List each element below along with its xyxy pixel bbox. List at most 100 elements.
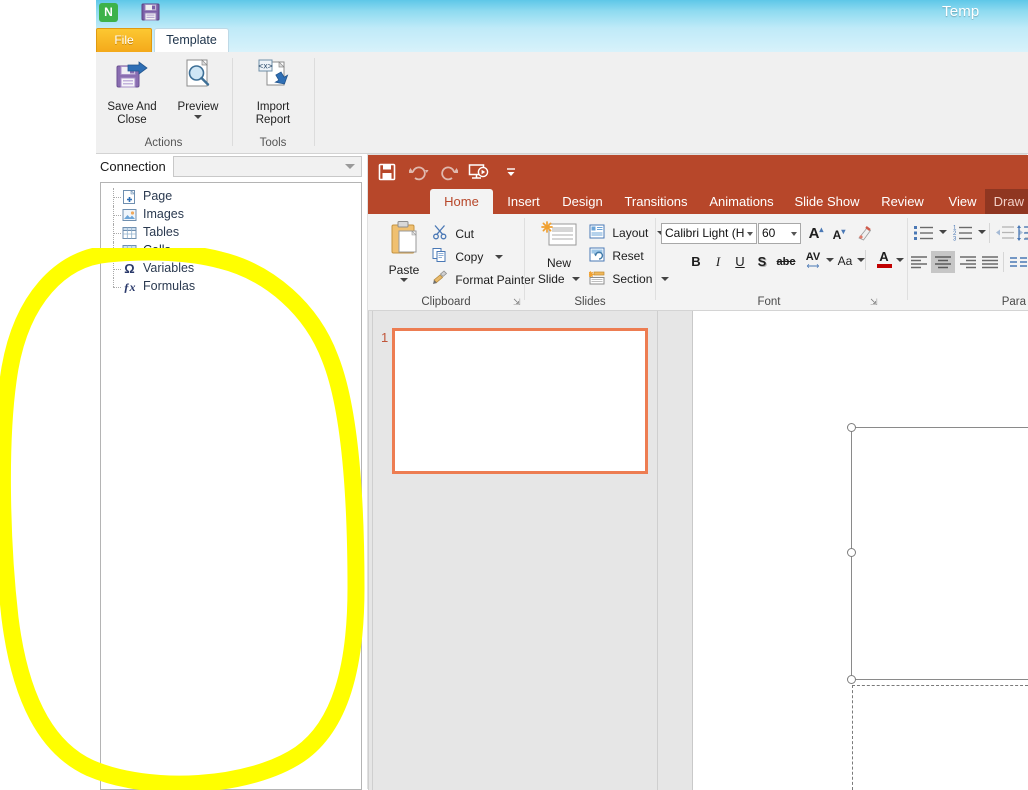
import-report-button[interactable]: <x> Import Report [241,58,305,127]
tab-slide-show[interactable]: Slide Show [788,189,866,214]
customize-quick-access-icon[interactable] [498,161,524,183]
tab-design[interactable]: Design [554,189,611,214]
clipboard-dialog-launcher[interactable]: ⇲ [513,297,523,307]
font-name-value: Calibri Light (H [665,226,745,240]
tree-item-cells[interactable]: Cells [101,242,361,260]
align-right-button[interactable] [958,254,978,275]
character-spacing-button[interactable]: AV ⟷ [800,252,826,271]
tree-item-images-label: Images [143,207,184,221]
text-shadow-button[interactable]: S [754,254,770,269]
ribbon-group-paragraph-label: Para [1001,296,1026,308]
strikethrough-button[interactable]: abc [774,256,798,268]
start-slideshow-icon[interactable] [466,161,492,183]
tab-insert[interactable]: Insert [498,189,549,214]
ribbon-group-slides-label: Slides [574,296,606,308]
chevron-down-icon[interactable] [791,232,797,236]
paragraph-divider-2 [1003,252,1004,272]
copy-button[interactable]: Copy [432,247,503,266]
chevron-down-icon[interactable] [194,115,202,119]
tab-view[interactable]: View [940,189,985,214]
tree-item-page[interactable]: Page [101,188,361,206]
tab-transitions[interactable]: Transitions [616,189,696,214]
clear-formatting-button[interactable] [855,224,875,247]
font-name-combobox[interactable]: Calibri Light (H [661,223,757,244]
drawing-tools-label: Draw [993,194,1024,209]
tree-item-tables[interactable]: Tables [101,224,361,242]
copy-icon [432,247,448,266]
selection-handle-middle-left[interactable] [847,548,856,557]
preview-button[interactable]: Preview [168,58,228,119]
selection-handle-bottom-left[interactable] [847,675,856,684]
justify-button[interactable] [980,254,1000,275]
app-logo-icon: N [99,3,118,22]
chevron-down-icon[interactable] [747,232,753,236]
save-and-close-button[interactable]: Save And Close [100,58,164,127]
numbering-button[interactable]: 123 [953,224,975,247]
copy-label: Copy [455,249,484,264]
fx-formula-icon: ƒx [123,280,136,294]
slides-pane-scroll-track[interactable] [657,311,658,790]
tree-item-variables[interactable]: Ω Variables [101,260,361,278]
chevron-down-icon[interactable] [572,276,581,281]
shrink-font-button[interactable]: A▾ [829,227,849,242]
paragraph-divider-1 [989,223,990,243]
format-painter-button[interactable]: Format Painter [432,270,535,289]
tab-animations[interactable]: Animations [701,189,782,214]
layout-button[interactable]: Layout [589,224,665,242]
save-icon[interactable] [141,3,161,22]
chevron-down-icon[interactable] [494,254,503,259]
save-icon[interactable] [374,161,400,183]
ribbon-separator-2 [314,58,315,146]
bold-button[interactable]: B [688,254,704,269]
font-divider [865,250,866,270]
tab-template[interactable]: Template [154,28,229,52]
connection-dropdown[interactable] [173,156,362,177]
redo-icon[interactable] [436,161,462,183]
tab-file[interactable]: File [96,28,152,52]
slides-thumbnail-pane[interactable]: 1 [368,311,693,790]
font-size-combobox[interactable]: 60 [758,223,801,244]
undo-icon[interactable] [404,161,436,183]
justify-icon [982,256,998,269]
change-case-button[interactable]: Aa [834,254,856,268]
paste-button[interactable]: Paste [381,220,427,282]
bullets-dropdown[interactable] [939,230,947,234]
underline-button[interactable]: U [732,254,748,269]
numbering-dropdown[interactable] [978,230,986,234]
table-grid-icon [122,226,137,240]
tab-home[interactable]: Home [430,189,493,214]
drawing-tools-contextual-tab[interactable]: Draw [985,189,1028,214]
font-dialog-launcher[interactable]: ⇲ [870,297,880,307]
element-tree-panel[interactable]: Page Images Tables Cells Ω Variables ƒx … [100,182,362,790]
reset-button[interactable]: Reset [589,247,644,265]
tree-item-images[interactable]: Images [101,206,361,224]
change-case-dropdown[interactable] [857,258,865,264]
columns-button[interactable] [1009,254,1028,275]
font-color-dropdown[interactable] [896,258,904,262]
font-size-value: 60 [762,226,776,240]
content-placeholder-outline[interactable] [852,685,1028,790]
tree-item-variables-label: Variables [143,261,195,275]
align-left-button[interactable] [909,254,929,275]
numbering-icon: 123 [953,226,972,243]
tab-review[interactable]: Review [873,189,932,214]
decrease-indent-button[interactable] [995,224,1015,247]
powerpoint-titlebar [368,155,1028,189]
character-spacing-dropdown[interactable] [826,258,834,264]
ribbon-group-font: Calibri Light (H 60 A▴ A▾ B I U S abc AV… [656,214,882,310]
grow-font-button[interactable]: A▴ [806,225,826,242]
selection-handle-top-left[interactable] [847,423,856,432]
italic-button[interactable]: I [710,254,726,270]
line-spacing-button[interactable] [1016,224,1028,247]
bullets-button[interactable] [914,224,936,247]
font-color-button[interactable]: A [873,250,895,268]
chevron-down-icon [826,258,834,262]
chevron-down-icon[interactable] [400,278,408,282]
powerpoint-ribbon: Paste Cut Copy Format Painter Clipboard … [368,214,1028,311]
chevron-down-icon[interactable] [345,164,355,169]
new-slide-button[interactable]: New Slide [535,220,583,288]
slide-thumbnail-1[interactable] [392,328,648,474]
align-center-button[interactable] [931,251,955,273]
tree-item-formulas[interactable]: ƒx Formulas [101,278,361,296]
cut-button[interactable]: Cut [432,224,474,243]
